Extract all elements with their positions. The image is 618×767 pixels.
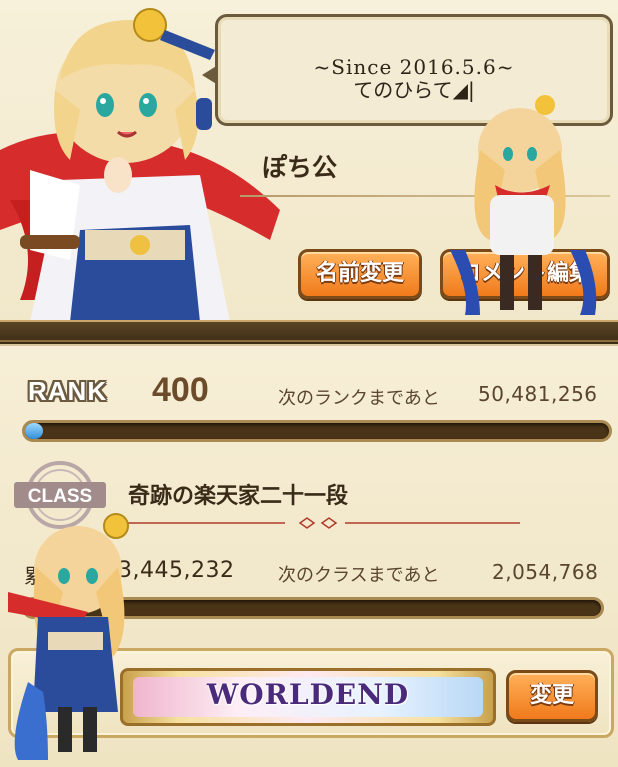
next-rank-value: 50,481,256 bbox=[478, 382, 598, 406]
class-title: 奇跡の楽天家二十一段 bbox=[128, 484, 349, 509]
next-class-label: 次のクラスまであと bbox=[278, 565, 440, 586]
panel-divider bbox=[0, 320, 618, 344]
rank-progress-fill bbox=[25, 423, 43, 439]
rename-button[interactable]: 名前変更 bbox=[298, 249, 422, 299]
class-ornament-divider bbox=[110, 515, 520, 529]
next-class-value: 2,054,768 bbox=[492, 560, 599, 584]
next-rank-label: 次のランクまであと bbox=[278, 388, 440, 409]
chibi-character-bottom bbox=[8, 512, 138, 762]
change-title-button[interactable]: 変更 bbox=[506, 670, 598, 722]
class-stamp-text: CLASS bbox=[28, 486, 92, 507]
rank-value: 400 bbox=[152, 371, 209, 409]
player-name: ぽち公 bbox=[262, 153, 338, 182]
title-badge-text: WORLDEND bbox=[206, 678, 410, 711]
rank-progress-bar bbox=[22, 420, 612, 442]
comment-line-1: ~Since 2016.5.6~ bbox=[313, 55, 515, 79]
rank-label: RANK bbox=[28, 376, 108, 406]
chibi-character-sitting bbox=[450, 90, 610, 320]
